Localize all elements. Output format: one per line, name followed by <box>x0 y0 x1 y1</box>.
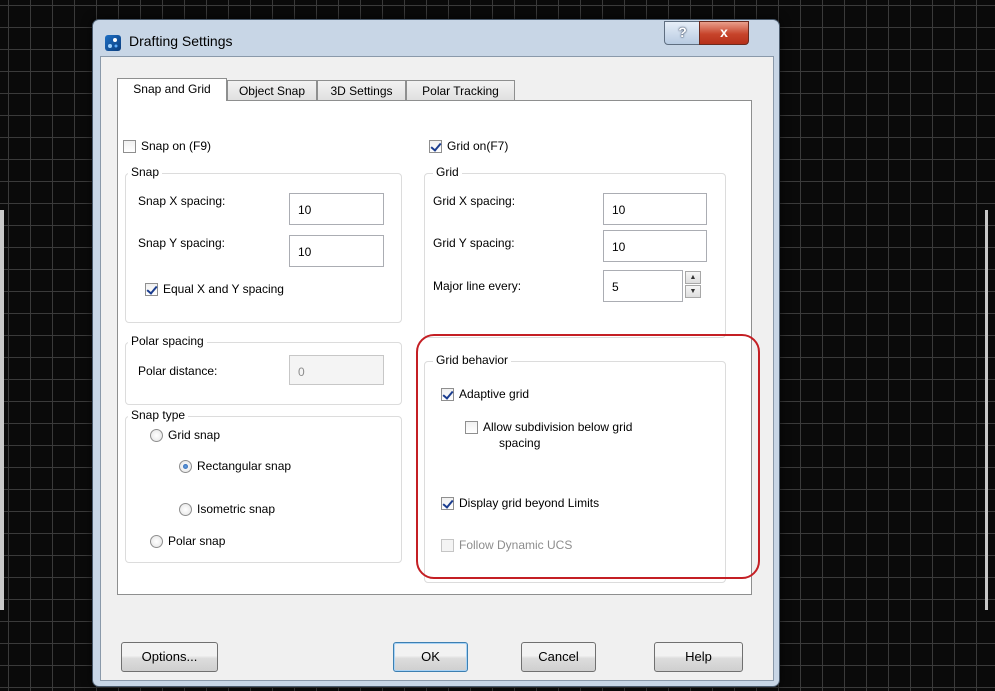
isometric-snap-radio[interactable] <box>179 503 192 516</box>
adaptive-grid-checkbox[interactable] <box>441 388 454 401</box>
drafting-settings-dialog: Drafting Settings ? x Snap and Grid Obje… <box>92 19 780 687</box>
snap-x-label: Snap X spacing: <box>138 194 226 208</box>
snap-on-checkbox[interactable] <box>123 140 136 153</box>
rectangular-snap-radio[interactable] <box>179 460 192 473</box>
tab-object-snap[interactable]: Object Snap <box>227 80 317 100</box>
polar-snap-radio[interactable] <box>150 535 163 548</box>
display-beyond-limits-checkbox[interactable] <box>441 497 454 510</box>
snap-y-label: Snap Y spacing: <box>138 236 225 250</box>
tab-snap-and-grid[interactable]: Snap and Grid <box>117 78 227 101</box>
viewport-edge-left <box>0 210 4 610</box>
polar-distance-input[interactable]: 0 <box>289 355 384 385</box>
polar-snap-label: Polar snap <box>168 534 226 548</box>
help-button[interactable]: Help <box>654 642 743 672</box>
snap-and-grid-panel: Snap on (F9) Snap Snap X spacing: 10 Sna… <box>117 100 752 595</box>
display-beyond-limits-label: Display grid beyond Limits <box>459 496 600 510</box>
snap-y-input[interactable]: 10 <box>289 235 384 267</box>
grid-x-label: Grid X spacing: <box>433 194 516 208</box>
grid-x-input[interactable]: 10 <box>603 193 707 225</box>
snap-on-label: Snap on (F9) <box>141 139 212 153</box>
close-icon: x <box>720 24 728 40</box>
question-mark-icon: ? <box>678 24 687 40</box>
grid-y-label: Grid Y spacing: <box>433 236 515 250</box>
follow-dynamic-ucs-label: Follow Dynamic UCS <box>459 538 573 552</box>
grid-on-checkbox[interactable] <box>429 140 442 153</box>
options-button[interactable]: Options... <box>121 642 218 672</box>
autocad-app-icon <box>105 35 121 51</box>
help-title-button[interactable]: ? <box>664 21 701 45</box>
allow-subdivision-label-cont: spacing <box>499 436 541 450</box>
spin-down-button[interactable]: ▼ <box>685 285 701 298</box>
equal-spacing-label: Equal X and Y spacing <box>163 282 284 296</box>
window-title: Drafting Settings <box>129 33 233 49</box>
isometric-snap-label: Isometric snap <box>197 502 276 516</box>
grid-behavior-title: Grid behavior <box>433 353 512 367</box>
major-line-input[interactable]: 5 <box>603 270 683 302</box>
major-line-label: Major line every: <box>433 279 522 293</box>
ok-button[interactable]: OK <box>393 642 468 672</box>
grid-on-label: Grid on(F7) <box>447 139 509 153</box>
major-line-spinner: ▲ ▼ <box>685 271 701 301</box>
polar-distance-label: Polar distance: <box>138 364 218 378</box>
close-button[interactable]: x <box>699 21 749 45</box>
tab-3d-settings[interactable]: 3D Settings <box>317 80 406 100</box>
snap-type-group <box>125 416 402 563</box>
allow-subdivision-checkbox[interactable] <box>465 421 478 434</box>
grid-y-input[interactable]: 10 <box>603 230 707 262</box>
grid-snap-label: Grid snap <box>168 428 221 442</box>
tab-polar-tracking[interactable]: Polar Tracking <box>406 80 515 100</box>
allow-subdivision-label: Allow subdivision below grid <box>483 420 633 434</box>
rectangular-snap-label: Rectangular snap <box>197 459 292 473</box>
snap-x-input[interactable]: 10 <box>289 193 384 225</box>
cancel-button[interactable]: Cancel <box>521 642 596 672</box>
equal-spacing-checkbox[interactable] <box>145 283 158 296</box>
grid-group-title: Grid <box>433 165 462 179</box>
follow-dynamic-ucs-checkbox[interactable] <box>441 539 454 552</box>
polar-spacing-title: Polar spacing <box>128 334 207 348</box>
viewport-edge-right <box>985 210 988 610</box>
grid-snap-radio[interactable] <box>150 429 163 442</box>
adaptive-grid-label: Adaptive grid <box>459 387 530 401</box>
spin-up-button[interactable]: ▲ <box>685 271 701 284</box>
dialog-client-area: Snap and Grid Object Snap 3D Settings Po… <box>100 56 774 681</box>
snap-group-title: Snap <box>128 165 163 179</box>
snap-type-title: Snap type <box>128 408 189 422</box>
